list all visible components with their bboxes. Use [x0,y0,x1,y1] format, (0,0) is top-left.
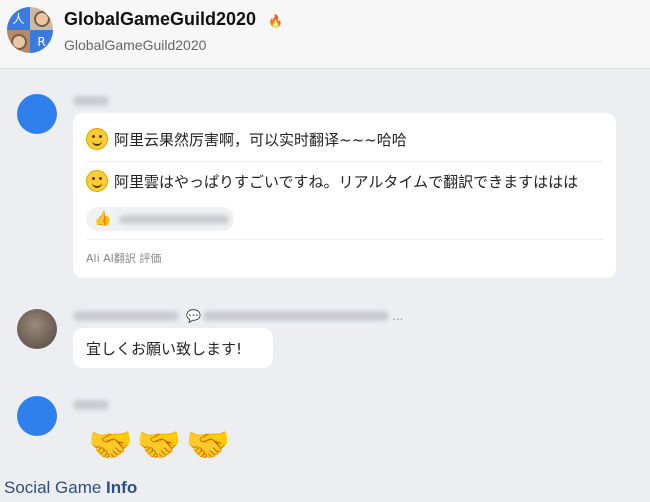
avatar-letter-tl: 人 [7,7,30,30]
chat-header: 人 R GlobalGameGuild2020 🔥 GlobalGameGuil… [0,0,650,69]
divider [86,161,603,162]
divider [86,239,603,240]
avatar[interactable] [17,309,57,349]
ellipsis: ... [392,309,404,323]
thumbs-up-icon: 👍 [94,211,112,227]
message-translation: 阿里雲はやっぱりすごいですね。リアルタイムで翻訳できますははは [114,172,579,191]
sender-name-blurred [73,311,179,321]
reaction-names-blurred [119,214,230,224]
chat-subtitle: GlobalGameGuild2020 [64,37,207,53]
smile-emoji-icon [86,128,108,150]
group-avatar[interactable]: 人 R [7,7,53,53]
watermark-social-game: Social Game [4,478,107,497]
watermark-info: Info [106,478,138,497]
smile-emoji-icon [86,170,108,192]
sender-name-blurred [73,400,109,410]
message-bubble[interactable]: 宜しくお願い致します! [73,328,273,368]
ali-translation-label[interactable]: Ali AI翻訳 評価 [86,250,161,266]
avatar-letter-br: R [30,30,53,53]
avatar-photo-bl [7,30,30,53]
message-line-cn: 阿里云果然厉害啊，可以实时翻译~~~哈哈 [86,128,407,150]
sender-name-blurred [73,96,109,106]
avatar[interactable] [17,94,57,134]
flame-icon: 🔥 [268,14,283,28]
message-line-jp: 阿里雲はやっぱりすごいですね。リアルタイムで翻訳できますははは [86,170,578,192]
reaction-pill[interactable]: 👍 [86,207,234,231]
comment-icon: 💬 [186,309,201,323]
message-bubble[interactable]: 阿里云果然厉害啊，可以实时翻译~~~哈哈 阿里雲はやっぱりすごいですね。リアルタ… [73,113,616,278]
avatar-photo-tr [30,7,53,30]
avatar[interactable] [17,396,57,436]
message-text: 宜しくお願い致します! [86,339,243,358]
reply-preview-blurred [203,311,389,321]
watermark: Social Game Info [4,478,137,498]
handshake-emoji-message[interactable]: 🤝🤝🤝 [88,424,234,466]
message-text: 阿里云果然厉害啊，可以实时翻译~~~哈哈 [114,130,407,149]
chat-title[interactable]: GlobalGameGuild2020 [64,9,256,30]
